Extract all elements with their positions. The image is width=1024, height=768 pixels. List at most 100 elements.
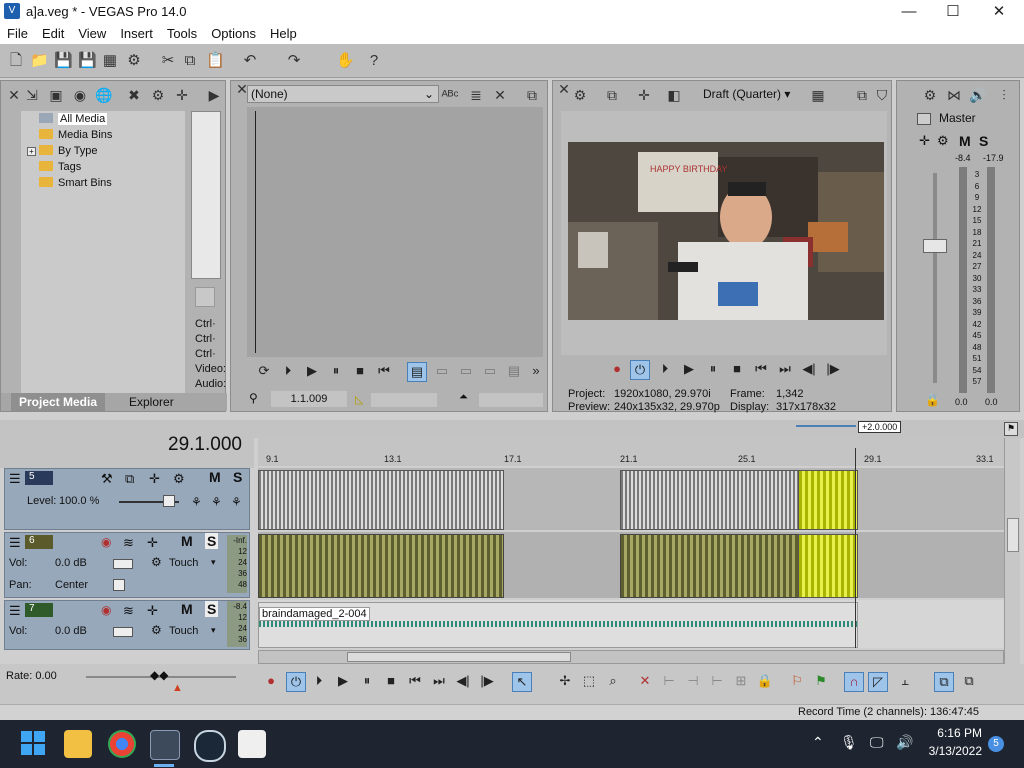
- master-fx-icon[interactable]: ⚙: [921, 87, 939, 104]
- loop-icon[interactable]: ⟳: [255, 362, 273, 380]
- start-button[interactable]: [20, 730, 48, 758]
- track-mute-button[interactable]: M: [181, 533, 193, 549]
- record-icon[interactable]: ●: [262, 672, 280, 690]
- go-to-start-icon[interactable]: ⏮: [752, 360, 770, 378]
- overwrite-icon[interactable]: ▤: [407, 362, 427, 382]
- microphone-icon[interactable]: 🎙: [840, 734, 858, 751]
- video-clip[interactable]: [258, 470, 504, 530]
- marker-button[interactable]: ⚑: [1004, 422, 1018, 436]
- save-snapshot-icon[interactable]: ⛉: [873, 87, 891, 104]
- open-folder-icon[interactable]: 📁: [30, 53, 49, 69]
- track-lane-audio-6[interactable]: [258, 532, 1004, 598]
- undo-icon[interactable]: ↶: [242, 53, 258, 69]
- menu-file[interactable]: File: [0, 24, 35, 44]
- selection-tool-icon[interactable]: ⬚: [580, 672, 598, 690]
- lock-icon[interactable]: 🔒: [925, 393, 940, 407]
- stop-icon[interactable]: ■: [382, 672, 400, 690]
- trim-end-icon[interactable]: ⊢: [708, 672, 726, 690]
- pause-icon[interactable]: ⏸: [358, 672, 376, 690]
- master-mute-button[interactable]: M: [959, 133, 971, 149]
- menu-insert[interactable]: Insert: [113, 24, 160, 44]
- trimmer-time-field[interactable]: 1.1.009: [271, 391, 347, 407]
- mute-all-icon[interactable]: ⋈: [945, 87, 963, 104]
- play-from-start-icon[interactable]: ⏵: [310, 672, 328, 690]
- media-fx-icon[interactable]: ⚙: [149, 87, 167, 104]
- steam-icon[interactable]: [194, 730, 226, 762]
- ignore-grouping-icon[interactable]: ⧉: [960, 672, 978, 690]
- master-fader-handle[interactable]: [923, 239, 947, 253]
- master-solo-button[interactable]: S: [979, 133, 988, 149]
- copy-icon[interactable]: ⧉: [182, 53, 198, 69]
- tab-explorer[interactable]: Explorer: [121, 393, 182, 411]
- trimmer-media-select[interactable]: (None) ⌄: [247, 85, 439, 103]
- track-motion-icon[interactable]: ⧉: [125, 471, 134, 487]
- auto-crossfade-icon[interactable]: ◸: [868, 672, 888, 692]
- track-solo-button[interactable]: S: [205, 601, 219, 617]
- automation-icon[interactable]: ⚙: [151, 555, 162, 569]
- play-media-icon[interactable]: ▶: [205, 87, 223, 104]
- split-icon[interactable]: ⊞: [732, 672, 750, 690]
- help-icon[interactable]: ?: [366, 53, 382, 69]
- capture-icon[interactable]: ▣: [47, 87, 65, 104]
- vertical-scroll-thumb[interactable]: [1007, 518, 1019, 552]
- audio-clip-long[interactable]: braindamaged_2-004: [258, 602, 858, 648]
- play-icon[interactable]: ▶: [303, 362, 321, 380]
- track-solo-button[interactable]: S: [233, 469, 242, 485]
- trim-tool-icon[interactable]: ✋: [336, 53, 355, 69]
- spellcheck-icon[interactable]: ᴬᴮᶜ: [441, 87, 459, 103]
- play-from-start-icon[interactable]: ⏵: [656, 360, 674, 378]
- close-panel-icon[interactable]: ✕: [5, 87, 23, 104]
- go-to-start-icon[interactable]: ⏮: [375, 362, 393, 380]
- lock-icon[interactable]: 🔒: [756, 672, 774, 690]
- compositing-icon[interactable]: ⚒: [101, 471, 113, 487]
- fit-icon[interactable]: ▭: [457, 362, 475, 380]
- track-head-video-5[interactable]: ☰ 5 ⚒ ⧉ ✛ ⚙ M S Level: 100.0 % ⚘ ⚘ ⚘: [4, 468, 250, 530]
- horizontal-scroll-thumb[interactable]: [347, 652, 571, 662]
- import-media-icon[interactable]: ⇲: [23, 87, 41, 104]
- horizontal-scrollbar[interactable]: [258, 650, 1004, 664]
- remove-media-icon[interactable]: ✖: [125, 87, 143, 104]
- tab-project-media[interactable]: Project Media: [11, 393, 106, 411]
- video-clip[interactable]: [620, 470, 800, 530]
- grid-icon[interactable]: ▦: [809, 87, 827, 104]
- list-icon[interactable]: ≣: [467, 87, 485, 104]
- save-as-icon[interactable]: 💾: [78, 53, 97, 69]
- external-monitor-icon[interactable]: ⧉: [603, 87, 621, 104]
- extract-audio-icon[interactable]: ◉: [71, 87, 89, 104]
- track-fx-icon[interactable]: ⚙: [173, 471, 185, 487]
- network-icon[interactable]: 🖵: [870, 734, 884, 751]
- track-fx-icon[interactable]: ✛: [147, 603, 158, 619]
- preview-fx-icon[interactable]: ⚙: [571, 87, 589, 104]
- invert-phase-icon[interactable]: ≋: [123, 603, 134, 619]
- render-icon[interactable]: ▦: [102, 53, 118, 69]
- ripple-edit-icon[interactable]: ⫠: [896, 672, 914, 690]
- length-field[interactable]: [479, 393, 543, 407]
- track-head-audio-6[interactable]: ☰ 6 ◉ ≋ ✛ M S Vol: 0.0 dB ⚙ Touch ▾ Pan:…: [4, 532, 250, 598]
- track-solo-button[interactable]: S: [205, 533, 219, 549]
- record-icon[interactable]: ●: [608, 360, 626, 378]
- pause-icon[interactable]: ⏸: [704, 360, 722, 378]
- timeline-ruler[interactable]: 9.1 13.1 17.1 21.1 25.1 29.1 33.1: [258, 438, 1004, 466]
- show-hidden-icons[interactable]: ⌃: [812, 734, 824, 751]
- track-lane-video[interactable]: [258, 468, 1004, 530]
- save-icon[interactable]: 💾: [54, 53, 73, 69]
- clock-time[interactable]: 6:16 PM: [926, 726, 982, 740]
- loop-playback-icon[interactable]: ⏻: [286, 672, 306, 692]
- tree-item-all-media[interactable]: All Media: [39, 111, 108, 127]
- track-lane-audio-7[interactable]: braindamaged_2-004: [258, 600, 1004, 648]
- go-to-end-icon[interactable]: ⏭: [776, 360, 794, 378]
- insert-icon[interactable]: ▭: [433, 362, 451, 380]
- menu-edit[interactable]: Edit: [35, 24, 71, 44]
- in-point-field[interactable]: [371, 393, 437, 407]
- tree-item-by-type[interactable]: By Type: [39, 143, 98, 159]
- menu-options[interactable]: Options: [204, 24, 263, 44]
- paste-icon[interactable]: 📋: [206, 53, 225, 69]
- play-icon[interactable]: ▶: [680, 360, 698, 378]
- envelope-tool-icon[interactable]: ✢: [556, 672, 574, 690]
- close-button[interactable]: ✕: [976, 0, 1022, 24]
- chrome-icon[interactable]: [108, 730, 136, 758]
- next-frame-icon[interactable]: |▶: [824, 360, 842, 378]
- menu-help[interactable]: Help: [263, 24, 304, 44]
- menu-view[interactable]: View: [71, 24, 113, 44]
- vertical-scrollbar[interactable]: [1004, 438, 1020, 664]
